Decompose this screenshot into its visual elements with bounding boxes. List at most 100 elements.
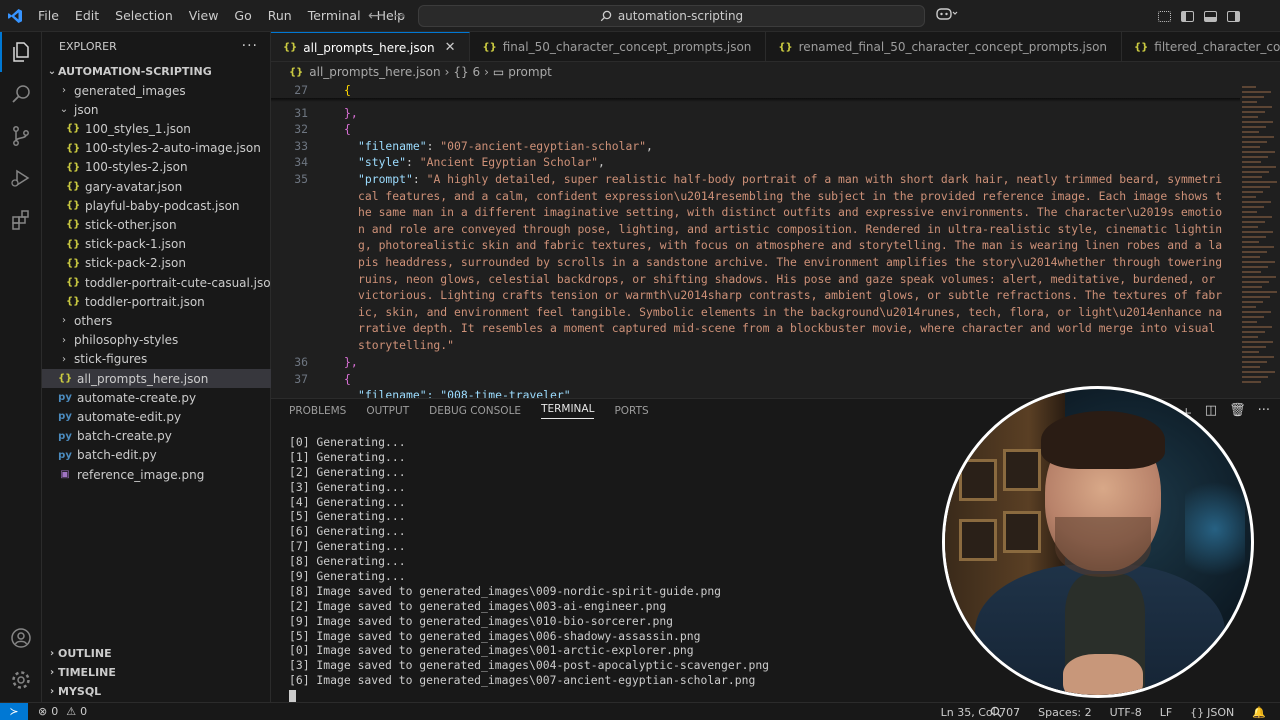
file-item[interactable]: ▣ reference_image.png bbox=[42, 465, 271, 484]
code-editor[interactable]: 27 { 31 }, 32 { 33 "filename": "007-anci… bbox=[271, 82, 1280, 398]
folder-item[interactable]: › stick-figures bbox=[42, 350, 271, 369]
json-file-icon: {} bbox=[66, 257, 81, 269]
file-item[interactable]: {} playful-baby-podcast.json bbox=[42, 196, 271, 215]
minimap-line bbox=[1242, 351, 1259, 353]
close-icon[interactable]: ✕ bbox=[445, 40, 456, 55]
tab-output[interactable]: OUTPUT bbox=[366, 405, 409, 417]
problems-status[interactable]: ⊗ 0 ⚠ 0 bbox=[38, 705, 87, 718]
minimap-line bbox=[1242, 241, 1259, 243]
more-actions-icon[interactable]: ··· bbox=[242, 38, 258, 54]
json-file-icon: {} bbox=[283, 42, 298, 53]
end-of-line[interactable]: LF bbox=[1160, 706, 1172, 719]
breadcrumb-node[interactable]: {} 6 bbox=[453, 65, 480, 79]
command-center-search[interactable]: automation-scripting bbox=[418, 5, 925, 27]
breadcrumb-file[interactable]: all_prompts_here.json bbox=[309, 65, 440, 79]
folder-item[interactable]: ⌄ json bbox=[42, 100, 271, 119]
search-view-icon[interactable] bbox=[0, 74, 42, 114]
trash-icon[interactable]: 🗑 bbox=[1229, 403, 1246, 422]
customize-layout-icon[interactable] bbox=[1158, 10, 1171, 22]
outline-section[interactable]: › OUTLINE bbox=[42, 644, 271, 663]
file-item[interactable]: {} 100-styles-2.json bbox=[42, 158, 271, 177]
chevron-right-icon: › bbox=[62, 334, 66, 346]
run-debug-icon[interactable] bbox=[0, 158, 42, 198]
encoding[interactable]: UTF-8 bbox=[1110, 706, 1142, 719]
breadcrumb-leaf[interactable]: prompt bbox=[508, 65, 552, 79]
file-item[interactable]: {} stick-pack-2.json bbox=[42, 254, 271, 273]
terminal-output[interactable]: [0] Generating... [1] Generating... [2] Ge… bbox=[289, 435, 769, 703]
file-item[interactable]: {} stick-pack-1.json bbox=[42, 235, 271, 254]
indentation[interactable]: Spaces: 2 bbox=[1038, 706, 1091, 719]
tree-item-label: toddler-portrait.json bbox=[85, 294, 205, 309]
forward-arrow-icon[interactable]: → bbox=[394, 8, 406, 24]
menu-view[interactable]: View bbox=[181, 0, 227, 32]
source-control-icon[interactable] bbox=[0, 116, 42, 156]
tab-problems[interactable]: PROBLEMS bbox=[289, 405, 346, 417]
split-terminal-icon[interactable]: ◫ bbox=[1205, 403, 1217, 422]
json-file-icon: {} bbox=[58, 373, 73, 384]
settings-gear-icon[interactable] bbox=[0, 660, 42, 700]
line-number: 36 bbox=[294, 355, 308, 369]
folder-item[interactable]: › generated_images bbox=[42, 81, 271, 100]
folder-item[interactable]: › others bbox=[42, 311, 271, 330]
minimap[interactable] bbox=[1240, 82, 1280, 398]
file-item[interactable]: {} gary-avatar.json bbox=[42, 177, 271, 196]
file-item[interactable]: py automate-edit.py bbox=[42, 407, 271, 426]
tab-final-50-prompts[interactable]: {} final_50_character_concept_prompts.js… bbox=[470, 32, 767, 61]
minimap-line bbox=[1242, 211, 1257, 213]
menu-terminal[interactable]: Terminal bbox=[300, 0, 369, 32]
file-item[interactable]: py batch-edit.py bbox=[42, 446, 271, 465]
remote-indicator-icon[interactable]: ≻ bbox=[0, 702, 28, 720]
file-item[interactable]: {} toddler-portrait-cute-casual.json bbox=[42, 273, 278, 292]
warning-icon: ⚠ bbox=[66, 705, 77, 718]
tree-item-label: stick-pack-2.json bbox=[85, 256, 186, 271]
workspace-root[interactable]: ⌄ AUTOMATION-SCRIPTING bbox=[42, 62, 271, 81]
menu-edit[interactable]: Edit bbox=[67, 0, 107, 32]
copilot-icon[interactable] bbox=[936, 6, 958, 24]
folder-item[interactable]: › philosophy-styles bbox=[42, 331, 271, 350]
back-arrow-icon[interactable]: ← bbox=[368, 8, 380, 24]
menu-selection[interactable]: Selection bbox=[107, 0, 181, 32]
accounts-icon[interactable] bbox=[0, 618, 42, 658]
explorer-icon[interactable] bbox=[0, 32, 42, 72]
language-mode[interactable]: {} JSON bbox=[1190, 706, 1234, 719]
minimap-line bbox=[1242, 231, 1273, 233]
file-item[interactable]: {} all_prompts_here.json bbox=[42, 369, 271, 388]
code-line-34: "style": "Ancient Egyptian Scholar", bbox=[358, 155, 605, 169]
line-number: 31 bbox=[294, 106, 308, 120]
notifications-bell-icon[interactable]: 🔔 bbox=[1252, 706, 1266, 719]
minimap-line bbox=[1242, 206, 1264, 208]
timeline-section[interactable]: › TIMELINE bbox=[42, 663, 271, 682]
terminal-line: [1] Generating... bbox=[289, 449, 406, 464]
toggle-primary-sidebar-icon[interactable] bbox=[1181, 10, 1194, 22]
tab-terminal[interactable]: TERMINAL bbox=[541, 403, 595, 419]
editor-tabs: {} all_prompts_here.json ✕ {} final_50_c… bbox=[271, 32, 1280, 62]
file-item[interactable]: {} stick-other.json bbox=[42, 215, 271, 234]
tab-filtered-prompts[interactable]: {} filtered_character_concept_prompts.js… bbox=[1122, 32, 1280, 61]
tab-debug-console[interactable]: DEBUG CONSOLE bbox=[429, 405, 521, 417]
more-actions-icon[interactable]: ··· bbox=[1258, 403, 1270, 422]
menu-file[interactable]: File bbox=[30, 0, 67, 32]
minimap-line bbox=[1242, 291, 1277, 293]
cursor-position[interactable]: Ln 35, Col 707 bbox=[941, 706, 1021, 719]
mysql-section[interactable]: › MYSQL bbox=[42, 682, 271, 701]
menu-run[interactable]: Run bbox=[260, 0, 300, 32]
toggle-panel-icon[interactable] bbox=[1204, 10, 1217, 22]
tab-ports[interactable]: PORTS bbox=[614, 405, 648, 417]
tab-all-prompts-here[interactable]: {} all_prompts_here.json ✕ bbox=[271, 32, 471, 61]
extensions-icon[interactable] bbox=[0, 200, 42, 240]
toggle-secondary-sidebar-icon[interactable] bbox=[1227, 10, 1240, 22]
file-item[interactable]: py automate-create.py bbox=[42, 388, 271, 407]
file-item[interactable]: {} 100_styles_1.json bbox=[42, 119, 271, 138]
file-item[interactable]: {} 100-styles-2-auto-image.json bbox=[42, 139, 271, 158]
error-count: 0 bbox=[51, 705, 59, 718]
minimap-line bbox=[1242, 316, 1264, 318]
tab-renamed-final-50-prompts[interactable]: {} renamed_final_50_character_concept_pr… bbox=[766, 32, 1123, 61]
code-line-35: "prompt": "A highly detailed, super real… bbox=[358, 172, 1223, 352]
timeline-section-label: TIMELINE bbox=[58, 666, 116, 679]
file-item[interactable]: {} toddler-portrait.json bbox=[42, 292, 271, 311]
file-item[interactable]: py batch-create.py bbox=[42, 427, 271, 446]
terminal-prompt[interactable] bbox=[289, 688, 769, 703]
code-line-36: }, bbox=[344, 355, 358, 369]
json-key: "filename" bbox=[358, 139, 427, 153]
menu-go[interactable]: Go bbox=[226, 0, 259, 32]
